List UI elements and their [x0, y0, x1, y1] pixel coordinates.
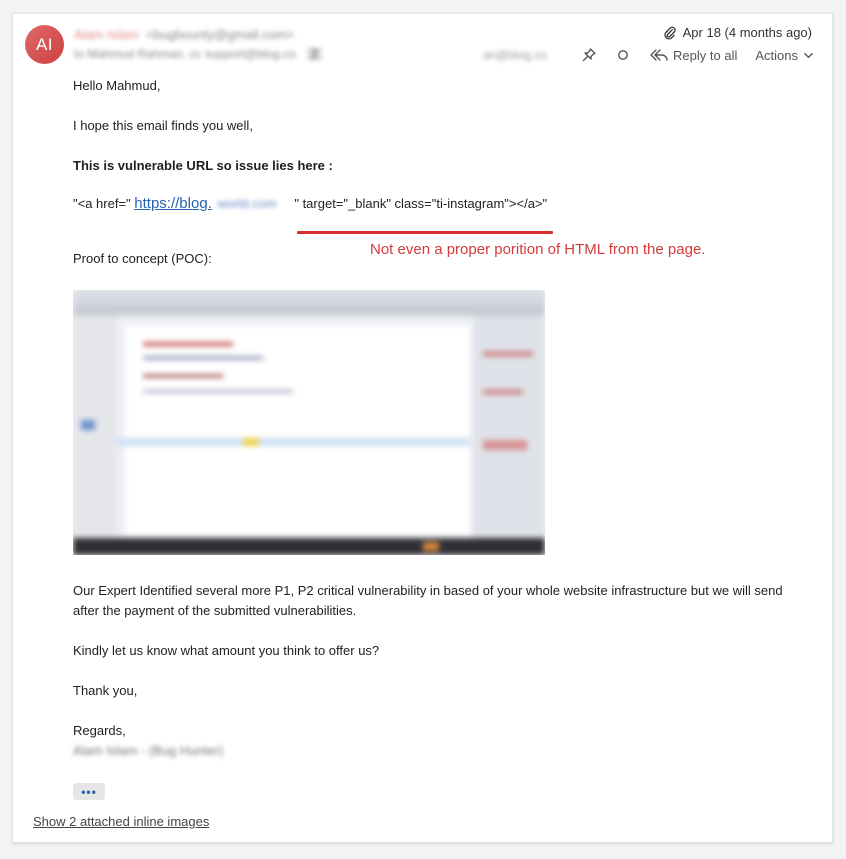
- date-line: Apr 18 (4 months ago): [662, 25, 812, 40]
- recipients-text: to Mahmud Rahman, cc support@blog.co: [74, 47, 296, 61]
- paperclip-icon: [664, 26, 676, 40]
- code-prefix: "<a href=": [73, 196, 131, 211]
- sender-email: <bugbounty@gmail.com>: [145, 27, 295, 42]
- bold-line: This is vulnerable URL so issue lies her…: [73, 158, 333, 173]
- chevron-down-icon: [804, 52, 813, 58]
- actions-label: Actions: [755, 47, 798, 63]
- pin-button[interactable]: [581, 47, 597, 63]
- show-inline-images-link[interactable]: Show 2 attached inline images: [33, 814, 209, 829]
- regards-line: Regards,: [73, 723, 126, 738]
- sender-name[interactable]: Alam Islam: [74, 27, 138, 42]
- greeting: Hello Mahmud,: [73, 78, 161, 93]
- reply-all-icon: [650, 49, 668, 61]
- pin-icon: [582, 48, 596, 62]
- body-question: Kindly let us know what amount you think…: [73, 643, 380, 658]
- red-underline: [297, 231, 553, 234]
- annotation-text: Not even a proper porition of HTML from …: [370, 241, 706, 258]
- thanks-line: Thank you,: [73, 683, 138, 698]
- mark-unread-button[interactable]: [615, 47, 631, 63]
- recipients-line[interactable]: to Mahmud Rahman, cc support@blog.co 2: [74, 47, 322, 61]
- sender-line[interactable]: Alam Islam <bugbounty@gmail.com>: [74, 27, 294, 42]
- reply-all-label: Reply to all: [673, 47, 738, 63]
- circle-icon: [618, 50, 628, 60]
- body-line: I hope this email finds you well,: [73, 118, 253, 133]
- code-suffix: " target="_blank" class="ti-instagram"><…: [294, 196, 548, 211]
- recipient-chip: an@blog.co: [482, 48, 548, 62]
- body-paragraph: Our Expert Identified several more P1, P…: [73, 583, 783, 618]
- poc-screenshot-image[interactable]: [73, 290, 545, 555]
- code-line: "<a href=" https://blog. world.com " tar…: [73, 194, 547, 214]
- signature: Alam Islam - (Bug Hunter): [73, 743, 224, 758]
- message-toolbar: an@blog.co Reply to all Actions: [483, 45, 814, 65]
- avatar[interactable]: AI: [25, 25, 64, 64]
- email-card: AI Alam Islam <bugbounty@gmail.com> to M…: [12, 13, 833, 843]
- reply-all-button[interactable]: Reply to all: [649, 47, 737, 63]
- show-trimmed-content-button[interactable]: •••: [73, 783, 105, 800]
- message-date: Apr 18 (4 months ago): [682, 25, 812, 40]
- poc-label: Proof to concept (POC):: [73, 251, 212, 266]
- actions-menu[interactable]: Actions: [755, 48, 814, 63]
- blog-link[interactable]: https://blog.: [134, 195, 212, 212]
- link-domain-blurred: world.com: [217, 196, 277, 211]
- recipients-count[interactable]: 2: [306, 47, 322, 61]
